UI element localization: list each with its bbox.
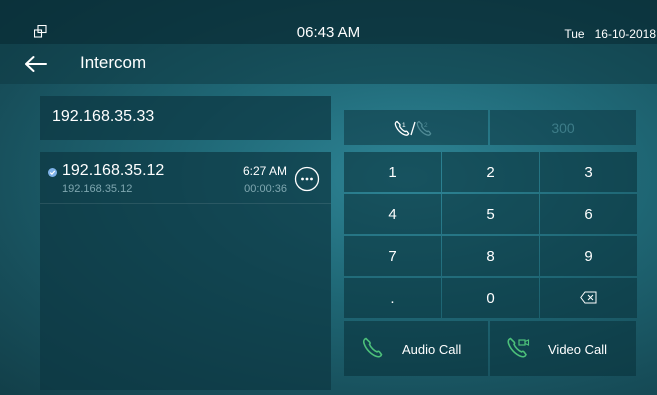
key-9[interactable]: 9 [540, 236, 637, 276]
audio-call-button[interactable]: Audio Call [344, 321, 488, 376]
page-title: Intercom [80, 53, 147, 72]
line-select-tab[interactable]: 1 2 [344, 110, 488, 145]
back-arrow-icon[interactable] [25, 55, 47, 73]
key-4[interactable]: 4 [344, 194, 441, 234]
history-name: 192.168.35.12 [62, 162, 165, 179]
video-phone-icon [507, 337, 530, 358]
backspace-icon [580, 291, 597, 304]
more-options-icon[interactable] [294, 166, 320, 192]
svg-text:2: 2 [424, 122, 428, 129]
line-select-icon: 1 2 [394, 120, 432, 136]
video-call-label: Video Call [548, 342, 608, 357]
status-bar: 06:43 AM Tue 16-10-2018 [0, 0, 657, 44]
key-1[interactable]: 1 [344, 152, 441, 192]
phone-icon [362, 337, 383, 358]
key-6[interactable]: 6 [540, 194, 637, 234]
key-5[interactable]: 5 [442, 194, 539, 234]
status-time: 06:43 AM [296, 24, 361, 41]
history-ip: 192.168.35.12 [62, 183, 133, 195]
key-3[interactable]: 3 [540, 152, 637, 192]
dialed-number-display: 300 [551, 120, 575, 136]
ip-address-input[interactable]: 192.168.35.33 [40, 96, 331, 140]
backspace-key[interactable] [540, 278, 637, 318]
number-display-tab: 300 [490, 110, 636, 145]
history-duration: 00:00:36 [244, 183, 287, 195]
key-8[interactable]: 8 [442, 236, 539, 276]
status-date: Tue 16-10-2018 [564, 27, 656, 41]
left-panel: 192.168.35.33 192.168.35.12 192.168.35.1… [40, 96, 331, 390]
history-time: 6:27 AM [242, 164, 287, 178]
check-badge-icon [48, 168, 57, 177]
video-call-button[interactable]: Video Call [490, 321, 636, 376]
key-dot[interactable]: . [344, 278, 441, 318]
title-bar: Intercom [0, 44, 657, 84]
key-2[interactable]: 2 [442, 152, 539, 192]
call-history-item[interactable]: 192.168.35.12 192.168.35.12 6:27 AM 00:0… [40, 152, 331, 204]
call-history-list: 192.168.35.12 192.168.35.12 6:27 AM 00:0… [40, 152, 331, 390]
audio-call-label: Audio Call [402, 342, 462, 357]
svg-text:1: 1 [402, 122, 406, 129]
key-7[interactable]: 7 [344, 236, 441, 276]
key-0[interactable]: 0 [442, 278, 539, 318]
